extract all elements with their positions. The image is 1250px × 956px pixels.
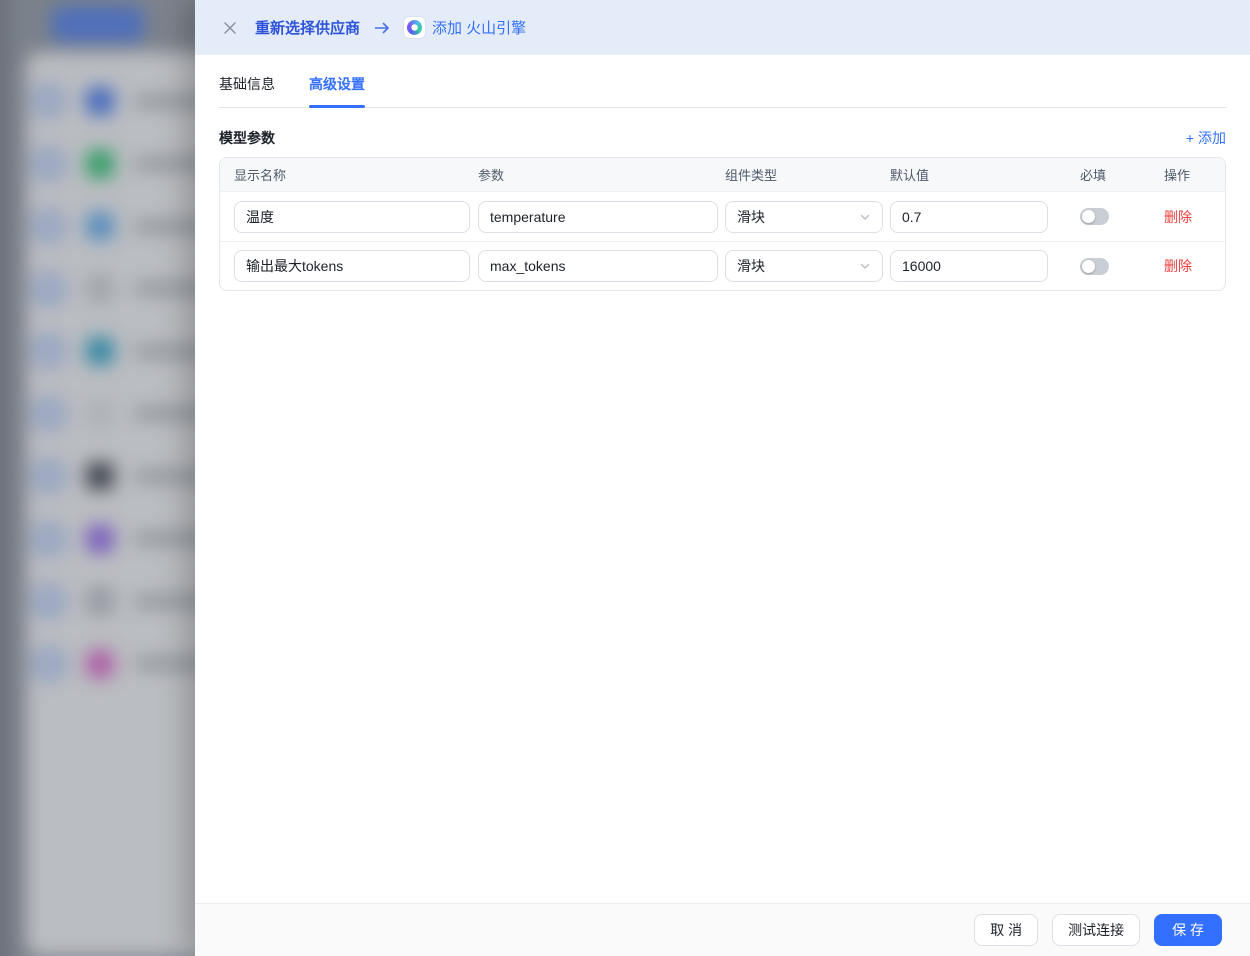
chevron-down-icon — [859, 260, 871, 272]
add-provider-breadcrumb: 添加 火山引擎 — [404, 17, 526, 38]
tab-bar: 基础信息 高级设置 — [219, 55, 1226, 108]
component-type-value: 滑块 — [737, 207, 765, 227]
tab-basic-info[interactable]: 基础信息 — [219, 74, 275, 107]
delete-row-button[interactable]: 删除 — [1164, 258, 1192, 274]
provider-config-drawer: 重新选择供应商 添加 火山引擎 基础信息 高级设置 模型参数 + 添加 — [195, 0, 1250, 956]
col-component-type: 组件类型 — [725, 165, 890, 184]
volcengine-logo-icon — [404, 17, 425, 38]
chevron-down-icon — [859, 211, 871, 223]
component-type-value: 滑块 — [737, 256, 765, 276]
arrow-right-icon — [374, 21, 390, 35]
add-provider-label: 添加 火山引擎 — [432, 17, 526, 38]
required-toggle[interactable] — [1080, 208, 1109, 225]
table-row: 滑块 删除 — [220, 241, 1225, 290]
component-type-select[interactable]: 滑块 — [725, 250, 883, 282]
delete-row-button[interactable]: 删除 — [1164, 209, 1192, 225]
drawer-footer: 取 消 测试连接 保 存 — [195, 903, 1250, 956]
table-header-row: 显示名称 参数 组件类型 默认值 必填 操作 — [220, 158, 1225, 192]
close-icon — [222, 20, 238, 36]
section-title: 模型参数 — [219, 128, 275, 148]
drawer-body: 基础信息 高级设置 模型参数 + 添加 显示名称 参数 组件类型 默认值 必填 … — [195, 55, 1250, 903]
close-button[interactable] — [219, 17, 241, 39]
save-button[interactable]: 保 存 — [1154, 914, 1222, 946]
model-params-table: 显示名称 参数 组件类型 默认值 必填 操作 滑块 — [219, 157, 1226, 291]
default-value-input[interactable] — [890, 250, 1048, 282]
reselect-provider-link[interactable]: 重新选择供应商 — [255, 17, 360, 38]
param-name-input[interactable] — [478, 250, 718, 282]
col-default-value: 默认值 — [890, 165, 1080, 184]
table-row: 滑块 删除 — [220, 192, 1225, 241]
drawer-header: 重新选择供应商 添加 火山引擎 — [195, 0, 1250, 55]
col-display-name: 显示名称 — [220, 165, 478, 184]
model-params-section-header: 模型参数 + 添加 — [219, 128, 1226, 148]
cancel-button[interactable]: 取 消 — [974, 914, 1038, 946]
component-type-select[interactable]: 滑块 — [725, 201, 883, 233]
test-connection-button[interactable]: 测试连接 — [1052, 914, 1140, 946]
tab-advanced-settings[interactable]: 高级设置 — [309, 74, 365, 107]
display-name-input[interactable] — [234, 250, 470, 282]
col-param: 参数 — [478, 165, 725, 184]
required-toggle[interactable] — [1080, 258, 1109, 275]
col-required: 必填 — [1080, 165, 1160, 184]
add-param-button[interactable]: + 添加 — [1186, 128, 1226, 148]
display-name-input[interactable] — [234, 201, 470, 233]
app-screen: 重新选择供应商 添加 火山引擎 基础信息 高级设置 模型参数 + 添加 — [0, 0, 1250, 956]
col-action: 操作 — [1160, 165, 1225, 184]
param-name-input[interactable] — [478, 201, 718, 233]
default-value-input[interactable] — [890, 201, 1048, 233]
